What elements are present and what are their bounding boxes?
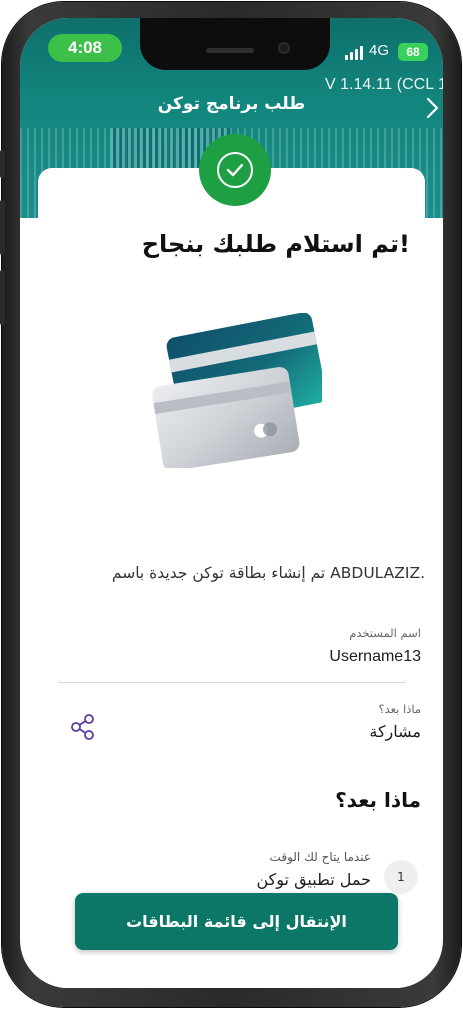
go-to-cards-button[interactable]: الإنتقال إلى قائمة البطاقات [75, 893, 398, 950]
confirmation-message: تم إنشاء بطاقة توكن جديدة باسم ABDULAZIZ… [111, 564, 425, 582]
next-steps-title: ماذا بعد؟ [335, 788, 421, 812]
share-value: مشاركة [369, 724, 421, 741]
volume-up-button [0, 200, 5, 255]
success-title: تم استلام طلبك بنجاح! [141, 230, 410, 258]
username-value: Username13 [329, 648, 421, 665]
app-version: V 1.14.11 (CCL 1 [325, 76, 443, 93]
share-icon[interactable] [68, 712, 98, 742]
front-camera [278, 42, 290, 54]
status-time: 4:08 [48, 34, 122, 62]
share-label: ماذا بعد؟ [378, 702, 421, 716]
chevron-right-icon[interactable] [422, 96, 442, 120]
cards-illustration [152, 312, 327, 472]
battery-icon: 68 [398, 43, 428, 61]
notch [140, 18, 330, 70]
divider [58, 682, 406, 683]
step-number: 1 [384, 860, 418, 894]
side-button [0, 150, 5, 178]
app-screen: 4:08 4G 68 V 1.14.11 (CCL 1 طلب برنامج ت… [20, 18, 443, 988]
network-type: 4G [369, 42, 390, 59]
volume-down-button [0, 270, 5, 325]
step-label: عندما يتاح لك الوقت [269, 850, 371, 864]
step-value: حمل تطبيق توكن [256, 870, 371, 889]
username-label: اسم المستخدم [349, 626, 421, 640]
success-check-icon [199, 134, 271, 206]
speaker-grille [206, 48, 254, 53]
signal-icon [345, 46, 363, 60]
page-title: طلب برنامج توكن [157, 94, 306, 114]
